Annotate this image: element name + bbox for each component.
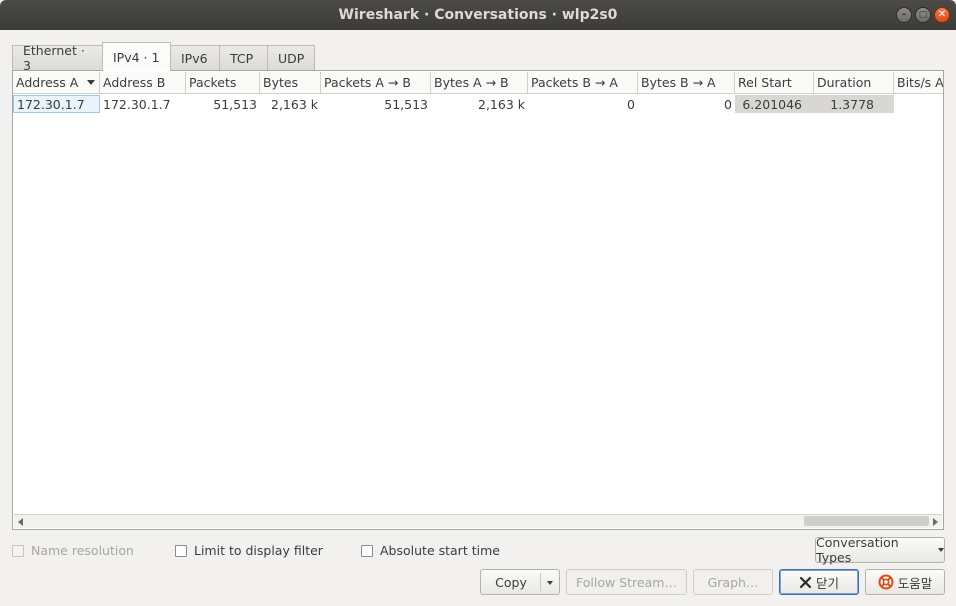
scroll-left-icon[interactable]: [18, 518, 23, 526]
scroll-right-icon[interactable]: [933, 518, 938, 526]
column-bytes-a-b[interactable]: Bytes A → B: [431, 72, 528, 94]
tab-tcp[interactable]: TCP: [219, 45, 267, 70]
maximize-icon: □: [918, 9, 928, 20]
absolute-time-label: Absolute start time: [380, 543, 500, 558]
table-header: Address A Address B Packets Bytes Packet…: [13, 72, 943, 94]
column-address-a[interactable]: Address A: [13, 72, 100, 94]
close-button[interactable]: 닫기: [779, 569, 859, 595]
title-bar: Wireshark · Conversations · wlp2s0 – □ ✕: [0, 0, 956, 30]
graph-button[interactable]: Graph…: [693, 569, 773, 595]
close-window-button[interactable]: ✕: [934, 7, 950, 23]
name-resolution-checkbox[interactable]: Name resolution: [12, 543, 134, 558]
checkbox-box[interactable]: [175, 544, 187, 557]
absolute-time-checkbox[interactable]: Absolute start time: [361, 543, 500, 558]
column-bytes[interactable]: Bytes: [260, 72, 321, 94]
cell-packets-a-b[interactable]: 51,513: [321, 95, 431, 113]
tab-ipv6[interactable]: IPv6: [171, 45, 219, 70]
cell-bytes-b-a[interactable]: 0: [638, 95, 735, 113]
column-bytes-b-a[interactable]: Bytes B → A: [638, 72, 735, 94]
maximize-button[interactable]: □: [915, 7, 931, 23]
column-packets-b-a[interactable]: Packets B → A: [528, 72, 638, 94]
chevron-down-icon: [938, 548, 944, 552]
cell-bytes-a-b[interactable]: 2,163 k: [431, 95, 528, 113]
close-x-icon: [799, 576, 812, 588]
column-packets-a-b[interactable]: Packets A → B: [321, 72, 431, 94]
help-button[interactable]: 도움말: [865, 569, 945, 595]
window-controls: – □ ✕: [896, 7, 950, 23]
tab-udp[interactable]: UDP: [267, 45, 315, 70]
column-bits-a-b[interactable]: Bits/s A →: [894, 72, 943, 94]
limit-filter-checkbox[interactable]: Limit to display filter: [175, 543, 323, 558]
chevron-down-icon[interactable]: [547, 581, 553, 585]
tab-ipv4[interactable]: IPv4 · 1: [102, 42, 171, 71]
conversations-table: Address A Address B Packets Bytes Packet…: [12, 70, 944, 530]
copy-button[interactable]: Copy: [480, 569, 560, 595]
window-title: Wireshark · Conversations · wlp2s0: [338, 7, 618, 23]
checkbox-box[interactable]: [12, 544, 24, 557]
cell-packets[interactable]: 51,513: [186, 95, 260, 113]
column-duration[interactable]: Duration: [814, 72, 894, 94]
follow-stream-button[interactable]: Follow Stream…: [566, 569, 687, 595]
cell-packets-b-a[interactable]: 0: [528, 95, 638, 113]
help-lifebuoy-icon: [878, 574, 894, 590]
cell-address-b[interactable]: 172.30.1.7: [100, 95, 186, 113]
cell-address-a[interactable]: 172.30.1.7: [13, 95, 100, 113]
table-row[interactable]: 172.30.1.7 172.30.1.7 51,513 2,163 k 51,…: [13, 95, 894, 113]
horizontal-scrollbar[interactable]: [14, 514, 942, 528]
cell-bytes[interactable]: 2,163 k: [260, 95, 321, 113]
minimize-button[interactable]: –: [896, 7, 912, 23]
name-resolution-label: Name resolution: [31, 543, 134, 558]
cell-rel-start[interactable]: 6.201046: [735, 95, 814, 113]
column-rel-start[interactable]: Rel Start: [735, 72, 814, 94]
sort-descending-icon: [87, 80, 95, 85]
close-icon: ✕: [937, 9, 947, 20]
checkbox-box[interactable]: [361, 544, 373, 557]
tab-ethernet[interactable]: Ethernet · 3: [12, 43, 102, 73]
cell-duration[interactable]: 1.3778: [814, 95, 894, 113]
scrollbar-thumb[interactable]: [804, 516, 929, 526]
limit-filter-label: Limit to display filter: [194, 543, 323, 558]
conversation-types-button[interactable]: Conversation Types: [815, 535, 945, 565]
minimize-icon: –: [901, 9, 907, 20]
column-address-b[interactable]: Address B: [100, 72, 186, 94]
column-packets[interactable]: Packets: [186, 72, 260, 94]
tab-bar: Ethernet · 3 IPv4 · 1 IPv6 TCP UDP: [12, 42, 315, 73]
